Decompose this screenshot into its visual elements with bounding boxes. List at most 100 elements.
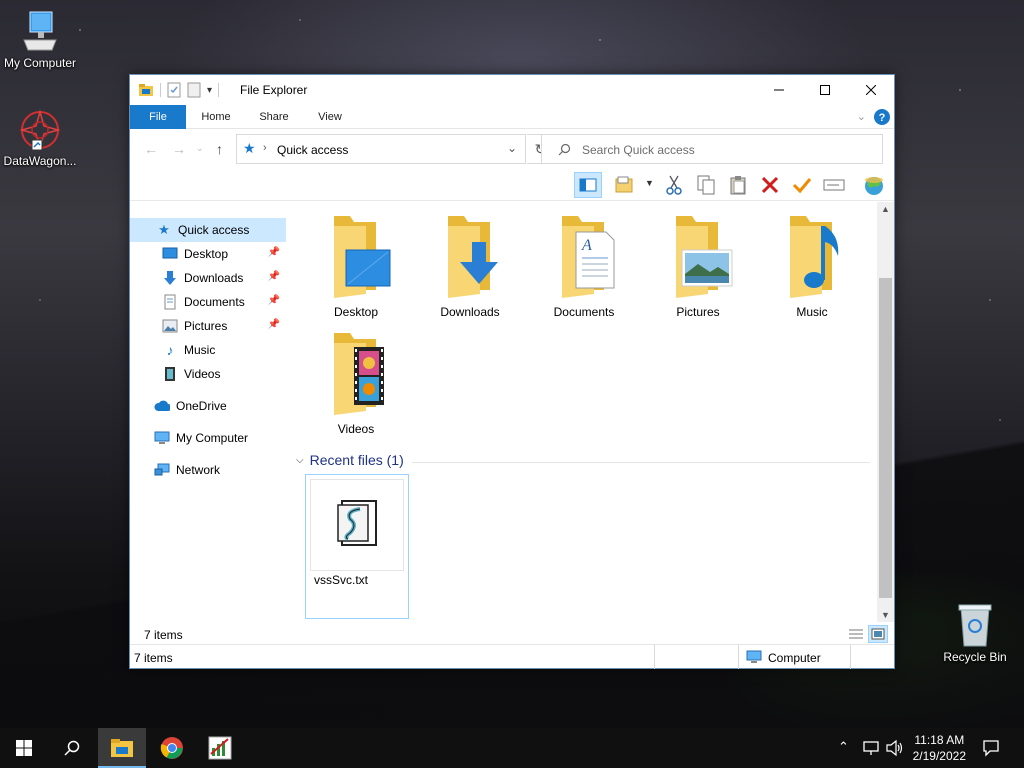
pin-icon[interactable]: 📌 xyxy=(268,271,280,282)
forward-arrow-icon[interactable]: → xyxy=(172,141,186,157)
nav-item-documents[interactable]: Documents 📌 xyxy=(130,290,286,314)
properties-icon[interactable] xyxy=(167,82,181,98)
maximize-button[interactable] xyxy=(802,75,848,105)
clock-date: 2/19/2022 xyxy=(912,749,966,763)
nav-item-onedrive[interactable]: OneDrive xyxy=(130,394,286,418)
navigation-pane: ★ Quick access Desktop 📌 Downloads 📌 Doc… xyxy=(130,202,288,622)
dropdown-arrow-icon[interactable]: ▼ xyxy=(645,178,654,188)
folder-desktop[interactable]: Desktop xyxy=(306,212,406,322)
taskbar-chrome[interactable] xyxy=(148,728,196,768)
volume-icon[interactable] xyxy=(886,740,904,756)
details-view-icon[interactable] xyxy=(848,627,864,641)
nav-item-label: Pictures xyxy=(184,319,228,333)
paste-button[interactable] xyxy=(724,172,752,198)
taskbar-app[interactable] xyxy=(196,728,244,768)
close-button[interactable] xyxy=(848,75,894,105)
nav-item-my-computer[interactable]: My Computer xyxy=(130,426,286,450)
folder-pictures[interactable]: Pictures xyxy=(648,212,748,322)
nav-item-network[interactable]: Network xyxy=(130,458,286,482)
nav-item-desktop[interactable]: Desktop 📌 xyxy=(130,242,286,266)
recent-files-header[interactable]: ⌵ Recent files (1) xyxy=(296,452,404,468)
custom-toolbar: ▼ xyxy=(130,169,894,201)
clock-time: 11:18 AM xyxy=(914,733,965,747)
desktop-icon-recycle-bin[interactable]: Recycle Bin xyxy=(935,602,1015,664)
folder-pictures-icon xyxy=(676,216,733,298)
paste-icon xyxy=(730,176,746,195)
show-hidden-icons-icon[interactable]: ⌃ xyxy=(838,739,849,755)
nav-item-pictures[interactable]: Pictures 📌 xyxy=(130,314,286,338)
large-icons-view-button[interactable] xyxy=(868,625,888,643)
back-arrow-icon[interactable]: ← xyxy=(144,141,158,157)
up-arrow-icon[interactable]: ↑ xyxy=(216,141,223,157)
copy-icon xyxy=(697,175,715,195)
recycle-bin-icon xyxy=(958,604,992,647)
rename-button[interactable] xyxy=(820,172,848,198)
download-icon xyxy=(162,270,178,286)
delete-button[interactable] xyxy=(756,172,784,198)
nav-item-label: Music xyxy=(184,343,216,357)
taskbar-search-button[interactable] xyxy=(48,728,96,768)
properties-button[interactable] xyxy=(612,172,640,198)
copy-button[interactable] xyxy=(692,172,720,198)
taskbar-file-explorer[interactable] xyxy=(98,728,146,768)
folder-label: Documents xyxy=(553,305,615,319)
status-separator xyxy=(738,645,739,669)
pin-icon[interactable]: 📌 xyxy=(268,247,280,258)
desktop-icon-my-computer[interactable]: My Computer xyxy=(0,10,80,70)
search-box[interactable]: Search Quick access xyxy=(541,134,883,164)
tab-share[interactable]: Share xyxy=(250,105,298,129)
svg-text:?: ? xyxy=(879,112,886,124)
network-icon[interactable] xyxy=(862,740,880,756)
pin-icon[interactable]: 📌 xyxy=(268,319,280,330)
nav-item-label: Desktop xyxy=(184,247,229,261)
notification-icon[interactable] xyxy=(982,739,1000,757)
tab-home[interactable]: Home xyxy=(192,105,240,129)
tab-view[interactable]: View xyxy=(306,105,354,129)
scroll-down-icon[interactable]: ▼ xyxy=(881,610,890,620)
world-icon xyxy=(865,177,883,195)
expand-ribbon-icon[interactable]: ⌄ xyxy=(857,110,866,123)
folder-downloads-icon xyxy=(448,216,498,298)
internet-button[interactable] xyxy=(860,172,888,198)
pin-icon[interactable]: 📌 xyxy=(268,295,280,306)
layout-pane-icon xyxy=(579,178,597,192)
inner-status-row: 7 items xyxy=(130,623,894,645)
folder-desktop-icon xyxy=(334,216,391,298)
large-icons-view-icon xyxy=(871,628,885,640)
nav-item-label: My Computer xyxy=(176,431,249,445)
star-icon: ★ xyxy=(158,222,170,237)
delete-icon xyxy=(761,176,779,194)
minimize-button[interactable] xyxy=(756,75,802,105)
computer-icon xyxy=(23,11,57,51)
folder-videos[interactable]: Videos xyxy=(306,329,406,439)
chevron-down-icon: ⌵ xyxy=(296,454,304,466)
nav-item-quick-access[interactable]: ★ Quick access xyxy=(130,218,286,242)
tab-file[interactable]: File xyxy=(130,105,186,129)
recent-locations-icon[interactable]: ⌄ xyxy=(196,143,204,154)
start-button[interactable] xyxy=(0,728,48,768)
new-folder-icon[interactable] xyxy=(187,82,201,98)
confirm-button[interactable] xyxy=(788,172,816,198)
cut-button[interactable] xyxy=(660,172,688,198)
vertical-scrollbar[interactable]: ▲ ▼ xyxy=(877,202,894,622)
nav-item-label: Videos xyxy=(184,367,221,381)
customize-quick-access-icon[interactable]: ▾ xyxy=(207,85,212,96)
desktop-icon-datawagon[interactable]: DataWagon... xyxy=(0,108,80,168)
close-icon xyxy=(866,85,876,95)
nav-item-music[interactable]: ♪ Music xyxy=(130,338,286,362)
folder-music[interactable]: Music xyxy=(762,212,862,322)
recent-file-item[interactable]: vssSvc.txt xyxy=(305,474,409,619)
folder-documents[interactable]: A Documents xyxy=(534,212,634,322)
preview-pane-button[interactable] xyxy=(574,172,602,198)
search-input[interactable]: Search Quick access xyxy=(582,143,695,157)
scrollbar-thumb[interactable] xyxy=(879,278,892,598)
folder-downloads[interactable]: Downloads xyxy=(420,212,520,322)
toolbar-separator xyxy=(160,83,161,97)
nav-item-videos[interactable]: Videos xyxy=(130,362,286,386)
scroll-up-icon[interactable]: ▲ xyxy=(881,204,890,214)
nav-item-downloads[interactable]: Downloads 📌 xyxy=(130,266,286,290)
address-dropdown-icon[interactable]: ⌄ xyxy=(507,141,517,155)
system-clock[interactable]: 11:18 AM 2/19/2022 xyxy=(913,732,966,764)
help-icon[interactable]: ? xyxy=(874,109,890,125)
address-bar[interactable]: ★ › Quick access ⌄ xyxy=(236,134,526,164)
